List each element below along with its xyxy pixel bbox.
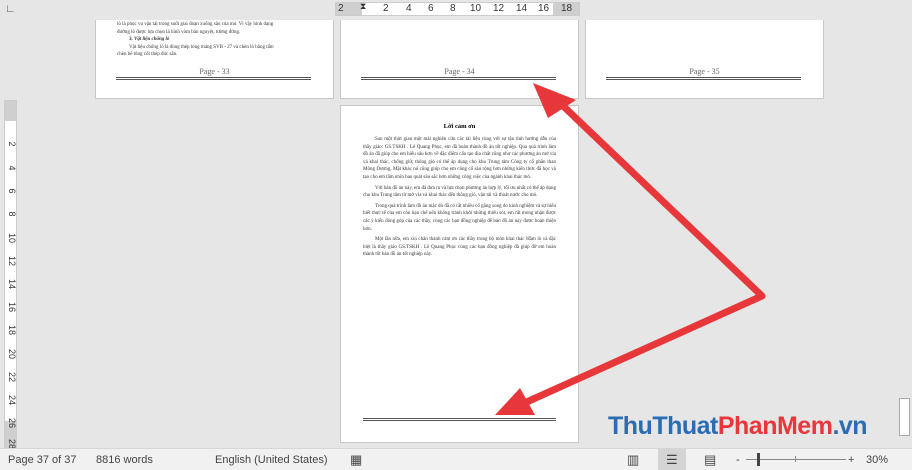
zoom-center-tick — [795, 456, 796, 462]
watermark-logo: ThuThuatPhanMem.vn — [608, 412, 868, 440]
zoom-out-button[interactable]: - — [736, 454, 740, 466]
language[interactable]: English (United States) — [215, 454, 328, 466]
zoom-in-button[interactable]: + — [848, 454, 854, 466]
read-mode-icon[interactable]: ▥ — [627, 452, 639, 468]
word-count[interactable]: 8816 words — [96, 454, 153, 466]
web-layout-icon[interactable]: ▤ — [704, 452, 716, 468]
zoom-slider[interactable] — [746, 459, 846, 460]
status-bar: Page 37 of 37 8816 words English (United… — [0, 448, 912, 470]
zoom-level[interactable]: 30% — [866, 454, 888, 466]
arrow-to-page-34 — [556, 99, 766, 300]
vertical-scrollbar[interactable] — [897, 20, 912, 448]
scrollbar-thumb[interactable] — [899, 398, 910, 436]
zoom-slider-thumb[interactable] — [757, 453, 760, 466]
print-layout-icon: ☰ — [666, 452, 678, 467]
macro-recording-icon[interactable]: ▦ — [350, 452, 362, 468]
page-count[interactable]: Page 37 of 37 — [8, 454, 77, 466]
annotation-arrows — [495, 83, 766, 415]
arrow-to-page-37 — [516, 292, 766, 409]
